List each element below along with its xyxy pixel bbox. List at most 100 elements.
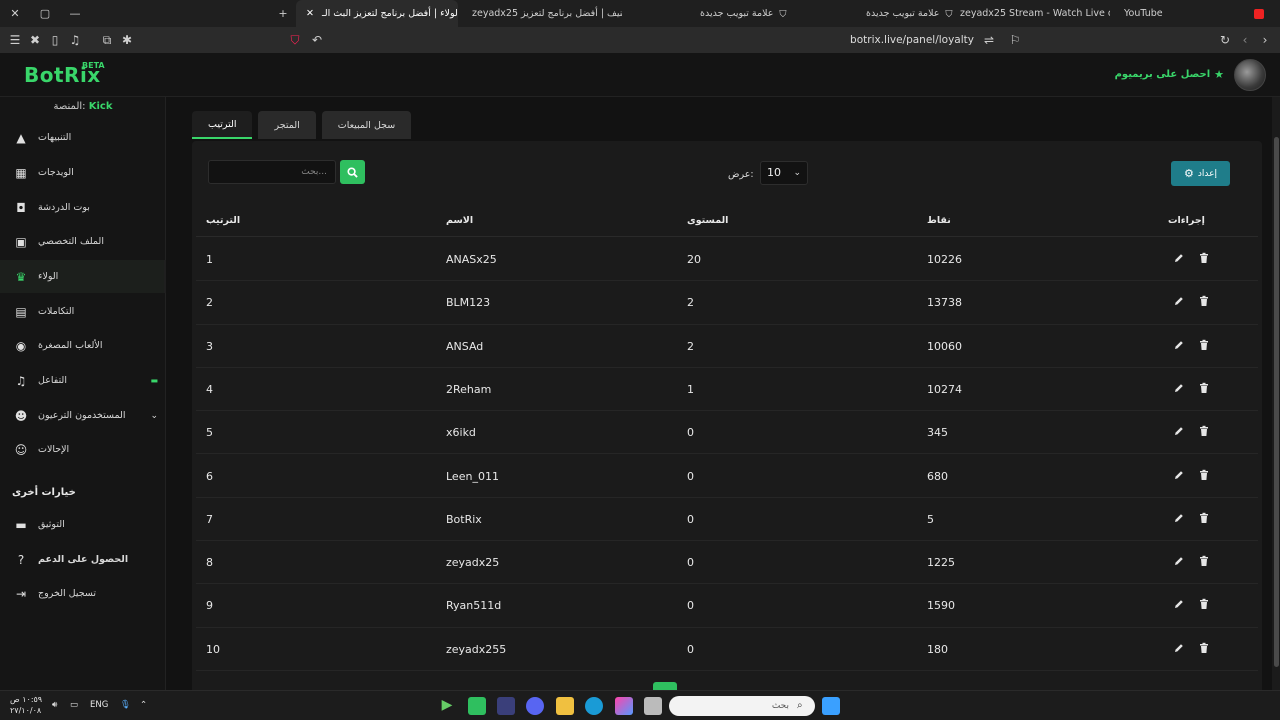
copilot-icon[interactable]	[615, 697, 633, 715]
warning-icon: ▲	[16, 130, 26, 145]
reload-icon[interactable]: ↻	[1214, 33, 1236, 47]
trash-icon[interactable]	[1198, 469, 1212, 483]
search-button[interactable]	[340, 160, 365, 184]
settings-button[interactable]: ⚙ إعداد	[1171, 161, 1230, 186]
chevron-down-icon[interactable]: ⌄	[150, 411, 158, 421]
sidebar-item-docs[interactable]: ▬ التوثيق	[0, 508, 166, 541]
trash-icon[interactable]	[1198, 339, 1212, 353]
browser-tab[interactable]: YouTube	[1114, 0, 1274, 27]
share-icon[interactable]: ⇌	[978, 33, 1000, 47]
points-cell: 345	[927, 426, 948, 440]
sidebar-item-alerts[interactable]: ▲ التنبيهات	[0, 121, 166, 154]
green-app-icon[interactable]	[468, 697, 486, 715]
close-window-icon[interactable]: ✕	[0, 0, 30, 27]
sidebar-item-interaction[interactable]: ♫ التفاعل ▬	[0, 364, 166, 397]
volume-icon[interactable]: 🔊︎	[52, 700, 57, 710]
extensions-icon[interactable]: ✱	[116, 33, 138, 47]
level-cell: 0	[687, 556, 694, 570]
taskbar-clock[interactable]: ١٠:٥٩ ص ٢٧/١٠/٠٨	[10, 694, 42, 716]
language-indicator[interactable]: ENG	[90, 700, 108, 710]
edge-icon[interactable]	[585, 697, 603, 715]
browser-tab[interactable]: ✕ الولاء | أفضل برنامج لتعزيز البث الـ ◆	[296, 0, 458, 27]
file-explorer-icon[interactable]	[556, 697, 574, 715]
new-tab-icon[interactable]: +	[268, 0, 298, 27]
avatar[interactable]	[1234, 59, 1266, 91]
edit-icon[interactable]	[1173, 339, 1187, 353]
back-icon[interactable]: ‹	[1234, 33, 1256, 47]
tab-ranking[interactable]: الترتيب	[192, 111, 253, 139]
edit-icon[interactable]	[1173, 295, 1187, 309]
sidebar-icon[interactable]: ▯	[44, 33, 66, 47]
rank-cell: 5	[206, 426, 213, 440]
bookmark-icon[interactable]: ⚐	[1004, 33, 1026, 47]
chevron-up-icon[interactable]: ⌃	[140, 700, 147, 710]
menu-icon[interactable]: ☰	[4, 33, 26, 47]
microphone-icon[interactable]: 🎙︎	[120, 700, 131, 710]
trash-icon[interactable]	[1198, 598, 1212, 612]
name-cell: 2Reham	[446, 382, 492, 396]
sidebar-item-support[interactable]: ? الحصول على الدعم	[0, 543, 166, 576]
rank-cell: 10	[206, 642, 220, 656]
name-cell: BLM123	[446, 296, 491, 310]
sidebar-item-widgets[interactable]: ▦ الويدجات	[0, 156, 166, 189]
trash-icon[interactable]	[1198, 642, 1212, 656]
trash-icon[interactable]	[1198, 425, 1212, 439]
discord-icon[interactable]	[526, 697, 544, 715]
url-field[interactable]: botrix.live/panel/loyalty	[310, 31, 980, 49]
taskbar-search-input[interactable]: بحث	[669, 696, 815, 716]
get-premium-link[interactable]: احصل على بريميوم ★	[1115, 68, 1224, 81]
close-tab-icon[interactable]: ✕	[306, 8, 314, 19]
sidebar-item-integrations[interactable]: ▤ التكاملات	[0, 295, 166, 328]
browser-tab[interactable]: zeyadx25 Stream - Watch Live on Kick K	[950, 0, 1110, 27]
network-icon[interactable]: ▭	[70, 700, 78, 710]
edit-icon[interactable]	[1173, 512, 1187, 526]
level-cell: 0	[687, 469, 694, 483]
edit-icon[interactable]	[1173, 252, 1187, 266]
trash-icon[interactable]	[1198, 512, 1212, 526]
x-app-icon[interactable]	[497, 697, 515, 715]
browser-tab[interactable]: علامة تبويب جديدة ⛉	[856, 0, 956, 27]
pagination-indicator[interactable]	[653, 682, 677, 690]
page-size-select[interactable]: 10 ⌄	[760, 161, 808, 185]
windows-start-icon[interactable]	[822, 697, 840, 715]
sidebar-item-referrals[interactable]: ☺ الإحالات	[0, 433, 166, 466]
window-app-icon[interactable]	[644, 697, 662, 715]
x-icon[interactable]: ✖	[24, 33, 46, 47]
robot-icon: ◘	[16, 200, 26, 215]
search-input[interactable]: بحث...	[208, 160, 336, 184]
sidebar-item-profile[interactable]: ▣ الملف التخصصي	[0, 225, 166, 258]
edit-icon[interactable]	[1173, 555, 1187, 569]
maximize-window-icon[interactable]: ▢	[30, 0, 60, 27]
forward-icon[interactable]: ›	[1254, 33, 1276, 47]
sidebar-item-minigames[interactable]: ◉ الألعاب المصغرة	[0, 329, 166, 362]
sidebar-item-subusers[interactable]: ☻ المستخدمون الترعيون ⌄	[0, 399, 166, 432]
edit-icon[interactable]	[1173, 598, 1187, 612]
rank-cell: 2	[206, 296, 213, 310]
edit-icon[interactable]	[1173, 469, 1187, 483]
brave-shield-icon[interactable]: ⛉	[284, 33, 306, 48]
page-scrollbar[interactable]	[1272, 97, 1280, 690]
trash-icon[interactable]	[1198, 555, 1212, 569]
youtube-favicon-icon	[1254, 8, 1264, 19]
trash-icon[interactable]	[1198, 295, 1212, 309]
rank-cell: 9	[206, 599, 213, 613]
tab-store[interactable]: المتجر	[258, 111, 316, 139]
edit-icon[interactable]	[1173, 382, 1187, 396]
trash-icon[interactable]	[1198, 382, 1212, 396]
play-app-icon[interactable]: ▶	[438, 697, 456, 715]
browser-tab[interactable]: zeyadx25 تصنيف | أفضل برنامج لتعزيز ◆	[462, 0, 622, 27]
taskbar: ١٠:٥٩ ص ٢٧/١٠/٠٨ 🔊︎ ▭ ENG 🎙︎ ⌃ ▶ بحث ⌕	[0, 690, 1280, 720]
screenshot-icon[interactable]: ⧉	[96, 33, 118, 48]
scrollbar-thumb[interactable]	[1274, 137, 1279, 667]
sidebar-item-chatbot[interactable]: ◘ بوت الدردشة	[0, 191, 166, 224]
browser-tab[interactable]: علامة تبويب جديدة ⛉	[690, 0, 790, 27]
sidebar: المنصة: Kick ▲ التنبيهات ▦ الويدجات ◘ بو…	[0, 97, 166, 690]
sidebar-item-loyalty[interactable]: ♛ الولاء	[0, 260, 166, 293]
music-icon[interactable]: ♫	[64, 33, 86, 47]
trash-icon[interactable]	[1198, 252, 1212, 266]
edit-icon[interactable]	[1173, 642, 1187, 656]
edit-icon[interactable]	[1173, 425, 1187, 439]
minimize-window-icon[interactable]: —	[60, 0, 90, 27]
tab-sales-log[interactable]: سجل المبيعات	[321, 111, 412, 139]
sidebar-item-logout[interactable]: ⇥ تسجيل الخروج	[0, 577, 166, 610]
